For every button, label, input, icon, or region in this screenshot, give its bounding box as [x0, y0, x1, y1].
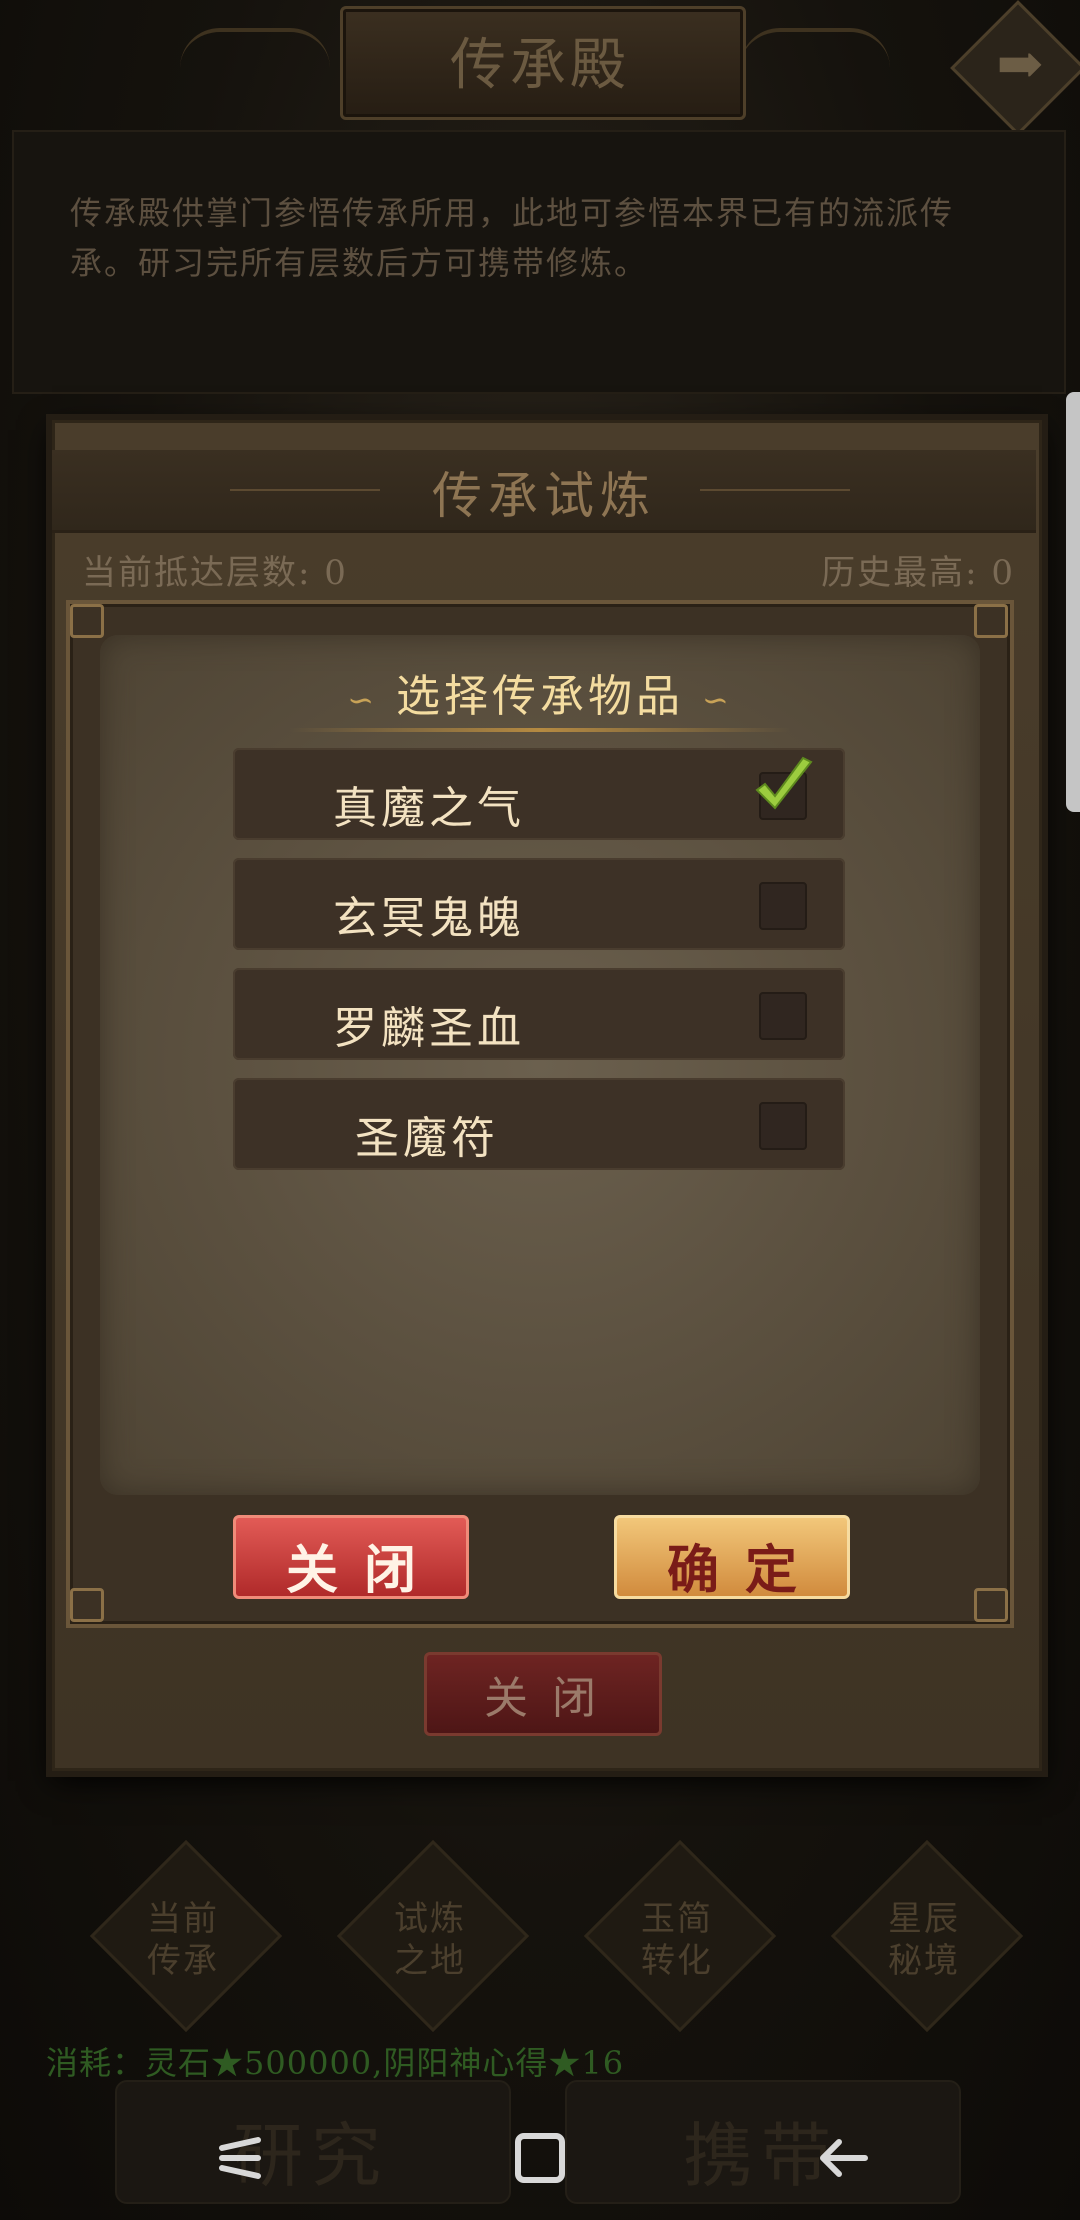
ornament-right-icon: ∽: [702, 681, 733, 719]
back-icon[interactable]: [805, 2118, 885, 2198]
item-label: 罗麟圣血: [333, 1003, 525, 1054]
scrollbar[interactable]: [1066, 392, 1080, 812]
trial-title: 传承试炼: [432, 467, 656, 525]
item-label: 玄冥鬼魄: [333, 893, 525, 944]
top-header: 传承殿 ➡: [0, 0, 1080, 136]
arrow-right-icon: ➡: [996, 32, 1044, 97]
frame-corner: [974, 1588, 1008, 1622]
item-checkbox[interactable]: [759, 882, 807, 930]
item-row-luolin[interactable]: 罗麟圣血: [233, 968, 845, 1060]
modal-title-divider: [290, 728, 790, 732]
item-label: 圣魔符: [355, 1113, 499, 1164]
header-ornament-right: [740, 28, 890, 112]
header-ornament-left: [180, 28, 330, 112]
page-title: 传承殿: [450, 33, 630, 98]
ornament-left-icon: ∽: [347, 681, 378, 719]
modal-close-label: 关闭: [285, 1540, 442, 1601]
cost-text: 消耗：灵石★500000,阴阳神心得★16: [46, 2044, 625, 2082]
item-checkbox[interactable]: [759, 1102, 807, 1150]
recent-apps-icon[interactable]: [200, 2118, 280, 2198]
item-checkbox[interactable]: [759, 992, 807, 1040]
nav-label: 玉简 转化: [641, 1899, 713, 1981]
check-icon: [755, 756, 813, 810]
description-text: 传承殿供掌门参悟传承所用，此地可参悟本界已有的流派传承。研习完所有层数后方可携带…: [70, 194, 955, 282]
item-row-shengmo[interactable]: 圣魔符: [233, 1078, 845, 1170]
modal-confirm-button[interactable]: 确定: [614, 1515, 850, 1601]
history-high-label: 历史最高: 0: [821, 553, 1015, 593]
home-icon[interactable]: [500, 2118, 580, 2198]
modal-title-text: 选择传承物品: [396, 671, 684, 722]
frame-corner: [70, 1588, 104, 1622]
nav-label: 星辰 秘境: [888, 1899, 960, 1981]
item-label: 真魔之气: [333, 783, 525, 834]
modal-close-button[interactable]: 关闭: [233, 1515, 469, 1601]
frame-corner: [70, 604, 104, 638]
current-floor-label: 当前抵达层数: 0: [82, 553, 348, 593]
item-row-zhenmo[interactable]: 真魔之气: [233, 748, 845, 840]
modal-confirm-label: 确定: [666, 1540, 823, 1601]
trial-close-label: 关闭: [484, 1673, 620, 1724]
modal-title: ∽ 选择传承物品 ∽: [100, 660, 980, 724]
item-row-xuanming[interactable]: 玄冥鬼魄: [233, 858, 845, 950]
frame-corner: [974, 604, 1008, 638]
nav-label: 当前 传承: [147, 1899, 219, 1981]
nav-label: 试炼 之地: [394, 1899, 466, 1981]
